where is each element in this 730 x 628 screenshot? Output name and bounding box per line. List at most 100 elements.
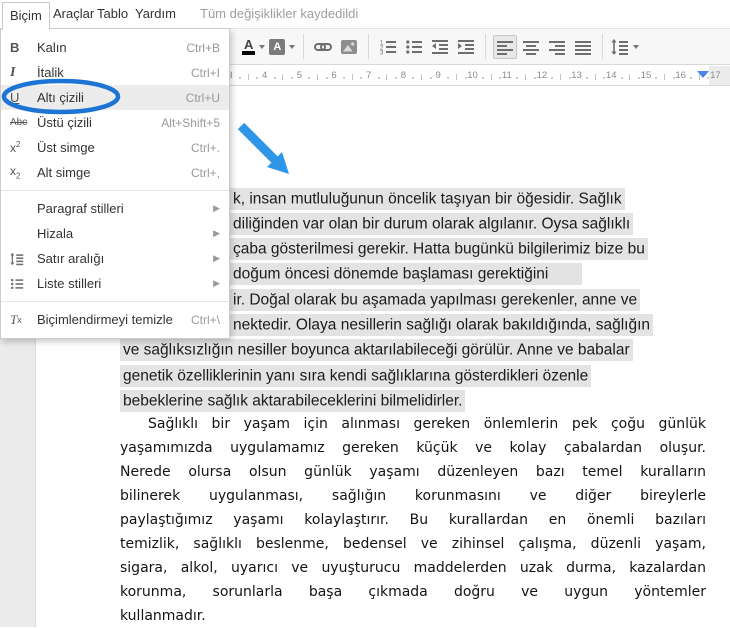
ruler-number: 10 (467, 70, 478, 81)
ruler-dot (603, 77, 605, 79)
superscript-icon: x2 (10, 140, 37, 155)
list-styles-icon (10, 277, 37, 291)
menu-item-liste-stilleri[interactable]: Liste stilleri▶ (1, 271, 229, 296)
numbered-list-button[interactable]: 123 (376, 35, 400, 59)
ruler-dot (256, 77, 258, 79)
selected-text[interactable]: ve sağlıksızlığın nesiller boyunca aktar… (120, 339, 633, 361)
menu-item-alt-simge[interactable]: x2Alt simgeCtrl+, (1, 160, 229, 185)
menu-bicim[interactable]: Biçim (2, 2, 50, 30)
menu-item-hizala[interactable]: Hizala▶ (1, 221, 229, 246)
selected-text[interactable]: genetik özelliklerinin yanı sıra kendi s… (120, 365, 591, 387)
menu-item-shortcut: Ctrl+I (191, 66, 220, 80)
paragraph2-line[interactable]: yaşamımızda uygulamamız gereken küçük ve… (120, 436, 706, 460)
menu-item-altı-çizili[interactable]: UAltı çiziliCtrl+U (1, 85, 229, 110)
menu-item-shortcut: Ctrl+\ (191, 313, 220, 327)
ruler-dot (655, 77, 657, 79)
paragraph1-line[interactable]: nektedir. Olaya nesillerin sağlığı olara… (230, 316, 653, 336)
chevron-down-icon[interactable] (633, 45, 639, 49)
paragraph2-line[interactable]: paylaştığımız yaşamı kolaylaştırır. Bu k… (120, 508, 706, 532)
line-spacing-button[interactable] (610, 35, 640, 59)
paragraph1-line[interactable]: ir. Doğal olarak bu aşamada yapılması ge… (230, 290, 640, 310)
ruler-dot (343, 77, 345, 79)
increase-indent-button[interactable] (454, 35, 478, 59)
menu-item-paragraf-stilleri[interactable]: Paragraf stilleri▶ (1, 196, 229, 221)
text-color-button[interactable]: A (241, 35, 266, 59)
align-center-button[interactable] (519, 35, 543, 59)
selected-text[interactable]: doğum öncesi dönemde başlaması gerektiği… (230, 263, 582, 285)
ruler-tick (664, 74, 665, 80)
align-left-button[interactable] (493, 35, 517, 59)
menu-item-kalın[interactable]: BKalınCtrl+B (1, 35, 229, 60)
menu-item-satır-aralığı[interactable]: Satır aralığı▶ (1, 246, 229, 271)
menu-item-label: Altı çizili (37, 90, 186, 105)
paragraph1-line[interactable]: ve sağlıksızlığın nesiller boyunca aktar… (120, 341, 633, 361)
ruler-dot (360, 77, 362, 79)
align-right-icon (548, 38, 566, 56)
menu-separator (1, 190, 229, 191)
ruler-number: 8 (401, 70, 406, 81)
menu-item-üst-simge[interactable]: x2Üst simgeCtrl+. (1, 135, 229, 160)
ruler-dot (378, 77, 380, 79)
svg-text:3: 3 (380, 50, 384, 56)
menu-bar: Biçim Araçlar Tablo Yardım Tüm değişikli… (0, 0, 730, 28)
right-indent-marker[interactable] (697, 71, 709, 78)
selected-text[interactable]: diliğinden var olan bir durum olarak alg… (230, 213, 633, 235)
paragraph2-line[interactable]: Sağlıklı bir yaşam için alınması gereken… (120, 412, 706, 436)
ruler-number: 11 (502, 70, 512, 81)
menu-item-label: Paragraf stilleri (37, 201, 213, 216)
format-menu-dropdown: BKalınCtrl+BIİtalikCtrl+IUAltı çiziliCtr… (0, 28, 230, 339)
insert-image-button[interactable] (337, 35, 361, 59)
menu-item-label: Liste stilleri (37, 276, 213, 291)
selected-text[interactable]: ir. Doğal olarak bu aşamada yapılması ge… (230, 289, 640, 311)
chevron-down-icon[interactable] (259, 45, 265, 49)
menu-item-label: Kalın (37, 40, 186, 55)
chevron-down-icon[interactable] (289, 45, 295, 49)
justify-button[interactable] (571, 35, 595, 59)
menu-separator (1, 301, 229, 302)
ruler-number: 4 (262, 70, 267, 81)
subscript-icon: x2 (10, 164, 37, 180)
ruler-tick (282, 74, 283, 80)
paragraph2-line[interactable]: korunma, sorunlarla başa çıkmada doğru v… (120, 580, 706, 604)
bulleted-list-icon (405, 38, 423, 56)
menu-item-shortcut: Ctrl+. (191, 141, 220, 155)
paragraph2-line[interactable]: bilinerek uygulanması, sağlığın korunmas… (120, 484, 706, 508)
selected-text[interactable]: çaba gösterilmesi gerekir. Hatta bugünkü… (230, 238, 648, 260)
bulleted-list-button[interactable] (402, 35, 426, 59)
paragraph1-line[interactable]: bebeklerine sağlık aktarabileceklerini b… (120, 391, 465, 411)
paragraph1-line[interactable]: doğum öncesi dönemde başlaması gerektiği… (230, 265, 582, 285)
paragraph2-line[interactable]: temizlik, sağlıklı beslenme, bedensel ve… (120, 532, 706, 556)
ruler-tick (317, 74, 318, 80)
highlight-color-button[interactable]: A (268, 35, 296, 59)
highlight-color-icon: A (269, 39, 285, 55)
ruler-dot (430, 77, 432, 79)
ruler-number: 16 (675, 70, 686, 81)
insert-link-button[interactable] (311, 35, 335, 59)
menu-item-biçimlendirmeyi-temizle[interactable]: TxBiçimlendirmeyi temizleCtrl+\ (1, 307, 229, 332)
ruler-number: 14 (606, 70, 617, 81)
decrease-indent-button[interactable] (428, 35, 452, 59)
paragraph1-line[interactable]: genetik özelliklerinin yanı sıra kendi s… (120, 366, 591, 386)
paragraph1-line[interactable]: diliğinden var olan bir durum olarak alg… (230, 214, 633, 234)
selected-text[interactable]: nektedir. Olaya nesillerin sağlığı olara… (230, 314, 653, 336)
text-color-icon: A (242, 38, 255, 55)
menu-yardim[interactable]: Yardım (128, 0, 183, 28)
paragraph1-line[interactable]: çaba gösterilmesi gerekir. Hatta bugünkü… (230, 240, 648, 260)
ruler-dot (482, 77, 484, 79)
ruler-number: 15 (641, 70, 652, 81)
menu-item-üstü-çizili[interactable]: AbcÜstü çiziliAlt+Shift+5 (1, 110, 229, 135)
ruler-dot (638, 77, 640, 79)
submenu-arrow-icon: ▶ (213, 253, 220, 264)
ruler-dot (412, 77, 414, 79)
ruler-tick (491, 74, 492, 80)
increase-indent-icon (457, 38, 475, 56)
paragraph1-line[interactable]: k, insan mutluluğunun öncelik taşıyan bi… (230, 189, 625, 209)
paragraph2-line[interactable]: sigara, alkol, uyarıcı ve uyuşturucu mad… (120, 556, 706, 580)
paragraph2-line[interactable]: kullanmadır. (120, 604, 706, 628)
menu-item-i-talik[interactable]: IİtalikCtrl+I (1, 60, 229, 85)
save-status-text: Tüm değişiklikler kaydedildi (200, 0, 358, 28)
selected-text[interactable]: bebeklerine sağlık aktarabileceklerini b… (120, 390, 465, 412)
paragraph2-line[interactable]: Nerede olursa olsun günlük yaşamı düzenl… (120, 460, 706, 484)
align-right-button[interactable] (545, 35, 569, 59)
selected-text[interactable]: k, insan mutluluğunun öncelik taşıyan bi… (230, 188, 625, 210)
